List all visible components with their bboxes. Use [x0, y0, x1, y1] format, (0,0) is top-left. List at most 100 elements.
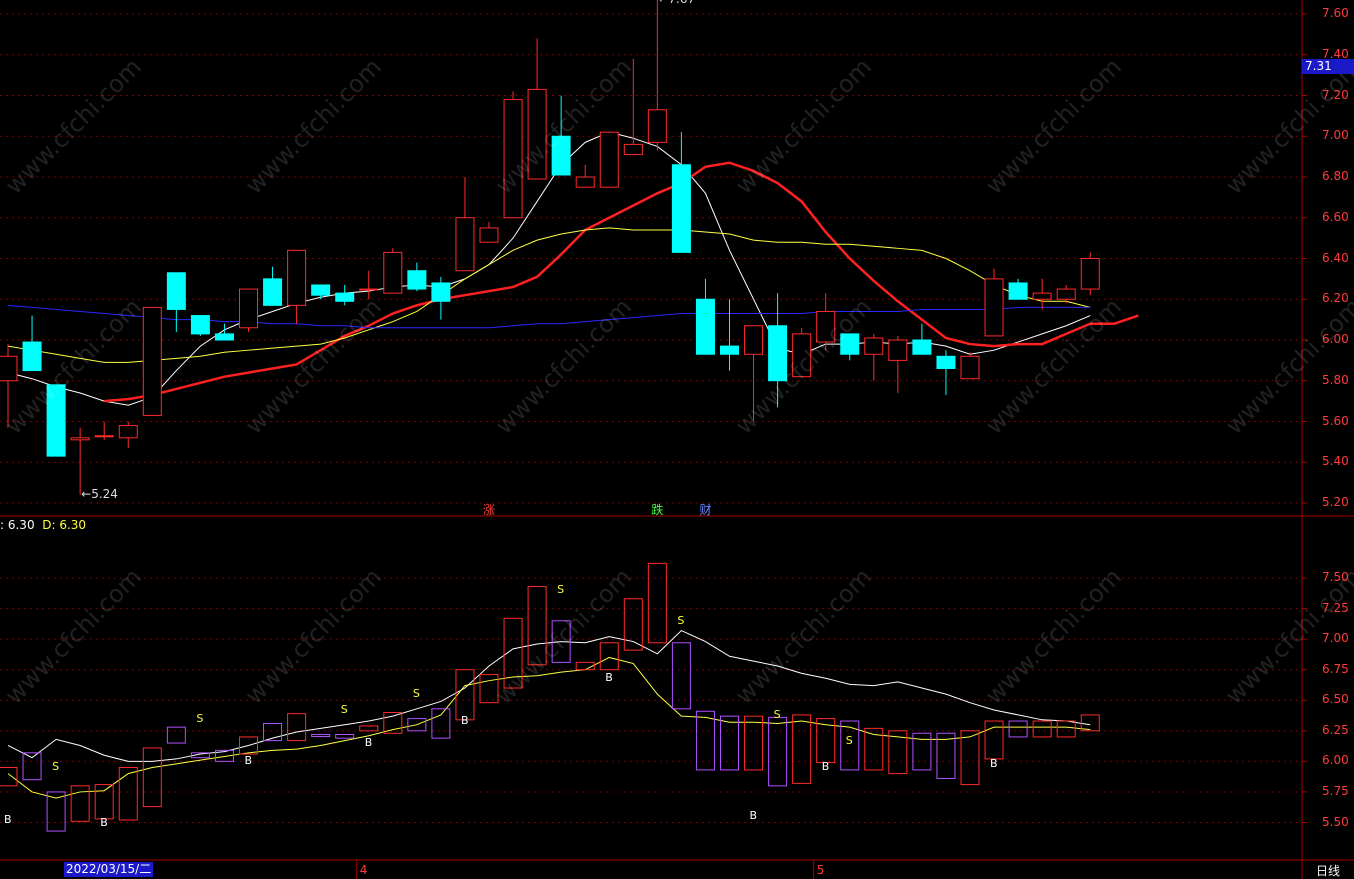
indicator-tick-label: 5.75 — [1322, 783, 1349, 798]
price-tick-label: 6.20 — [1322, 291, 1349, 306]
indicator-box — [960, 730, 980, 786]
signal-buy: B — [460, 714, 469, 728]
indicator-box — [22, 752, 42, 781]
candle-down — [263, 278, 283, 306]
last-price-badge: 7.31 — [1302, 59, 1354, 74]
price-tick-label: 6.60 — [1322, 209, 1349, 224]
signal-sell: S — [412, 687, 420, 701]
chart-frame — [0, 0, 1354, 879]
signal-buy: B — [364, 736, 373, 750]
event-tag: 跌 — [651, 503, 664, 517]
indicator-box — [599, 642, 619, 671]
indicator-tick-label: 6.50 — [1322, 692, 1349, 707]
indicator-box — [720, 715, 739, 771]
candle-down — [166, 272, 186, 310]
high-price-marker: ←7.67 — [658, 0, 695, 6]
candle-up — [1032, 292, 1052, 300]
price-tick-label: 5.60 — [1322, 413, 1349, 428]
candle-up — [0, 355, 18, 382]
candle-down — [1008, 282, 1028, 300]
candle-up — [1056, 288, 1076, 300]
signal-buy: B — [749, 809, 758, 823]
signal-sell: S — [340, 703, 348, 717]
indicator-box — [94, 784, 114, 820]
indicator-box — [311, 733, 331, 737]
indicator-box — [792, 714, 812, 784]
stock-chart — [0, 0, 1354, 879]
candle-up — [599, 131, 619, 188]
indicator-tick-label: 5.50 — [1322, 814, 1349, 829]
indicator-box — [1056, 720, 1076, 738]
indicator-legend: : 6.30 D: 6.30 — [0, 518, 86, 532]
candle-down — [407, 270, 427, 290]
indicator-tick-label: 6.00 — [1322, 753, 1349, 768]
candle-up — [383, 251, 403, 294]
candle-up — [984, 278, 1004, 337]
price-tick-label: 6.80 — [1322, 169, 1349, 183]
price-tick-label: 5.40 — [1322, 454, 1349, 469]
candle-down — [311, 284, 331, 296]
signal-buy: B — [100, 815, 108, 829]
indicator-box — [335, 733, 355, 739]
event-tag: 财 — [699, 503, 712, 517]
indicator-layer — [0, 562, 1100, 832]
indicator-box — [287, 713, 307, 742]
indicator-box — [383, 711, 403, 734]
candle-down — [671, 164, 691, 253]
candle-up — [623, 143, 643, 156]
price-tick-label: 7.60 — [1322, 6, 1349, 20]
candle-down — [695, 298, 715, 355]
indicator-box — [166, 726, 186, 744]
price-tick-label: 5.20 — [1322, 495, 1349, 509]
indicator-box — [359, 725, 379, 732]
sub-grid — [0, 577, 1307, 823]
candle-up — [455, 217, 475, 272]
indicator-box — [768, 716, 788, 787]
signal-buy: B — [990, 756, 998, 770]
indicator-box — [647, 562, 667, 644]
indicator-tick-label: 7.50 — [1322, 570, 1349, 584]
candle-down — [335, 292, 355, 302]
candle-up — [479, 227, 499, 243]
candle-up — [239, 288, 258, 329]
signal-sell: S — [557, 583, 565, 597]
candle-up — [359, 288, 379, 291]
candle-up — [864, 337, 884, 355]
signal-sell: S — [845, 733, 853, 747]
candle-down — [190, 315, 210, 335]
indicator-box — [623, 598, 643, 651]
candle-down — [214, 333, 234, 341]
period-label[interactable]: 日线 — [1316, 862, 1340, 879]
candle-up — [647, 109, 667, 143]
indicator-box — [695, 710, 715, 771]
indicator-box — [936, 732, 956, 779]
price-tick-label: 6.00 — [1322, 332, 1349, 346]
start-date[interactable]: 2022/03/15/二 — [64, 862, 154, 877]
d-value: D: 6.30 — [42, 518, 87, 532]
indicator-box — [1032, 720, 1052, 738]
event-tag: 涨 — [483, 503, 496, 517]
price-tick-label: 5.80 — [1322, 372, 1349, 387]
price-tick-label: 6.40 — [1322, 250, 1349, 265]
signal-sell: S — [773, 707, 781, 721]
candle-up — [744, 325, 764, 355]
indicator-box — [142, 747, 162, 808]
indicator-box — [118, 766, 138, 821]
candle-up — [118, 425, 138, 439]
signal-sell: S — [52, 760, 60, 774]
signal-buy: B — [605, 671, 613, 685]
candle-down — [431, 282, 451, 302]
signal-buy: B — [4, 813, 12, 827]
candle-down — [720, 345, 739, 355]
indicator-tick-label: 7.00 — [1322, 631, 1349, 646]
signal-buy: B — [244, 754, 253, 768]
indicator-box — [455, 669, 475, 721]
candle-down — [22, 341, 42, 372]
price-tick-label: 7.20 — [1322, 87, 1349, 102]
candles — [0, 0, 1100, 495]
candle-up — [960, 355, 980, 380]
candle-up — [575, 176, 595, 188]
indicator-tick-label: 7.25 — [1322, 600, 1349, 615]
indicator-box — [431, 708, 451, 739]
indicator-tick-label: 6.25 — [1322, 722, 1349, 737]
